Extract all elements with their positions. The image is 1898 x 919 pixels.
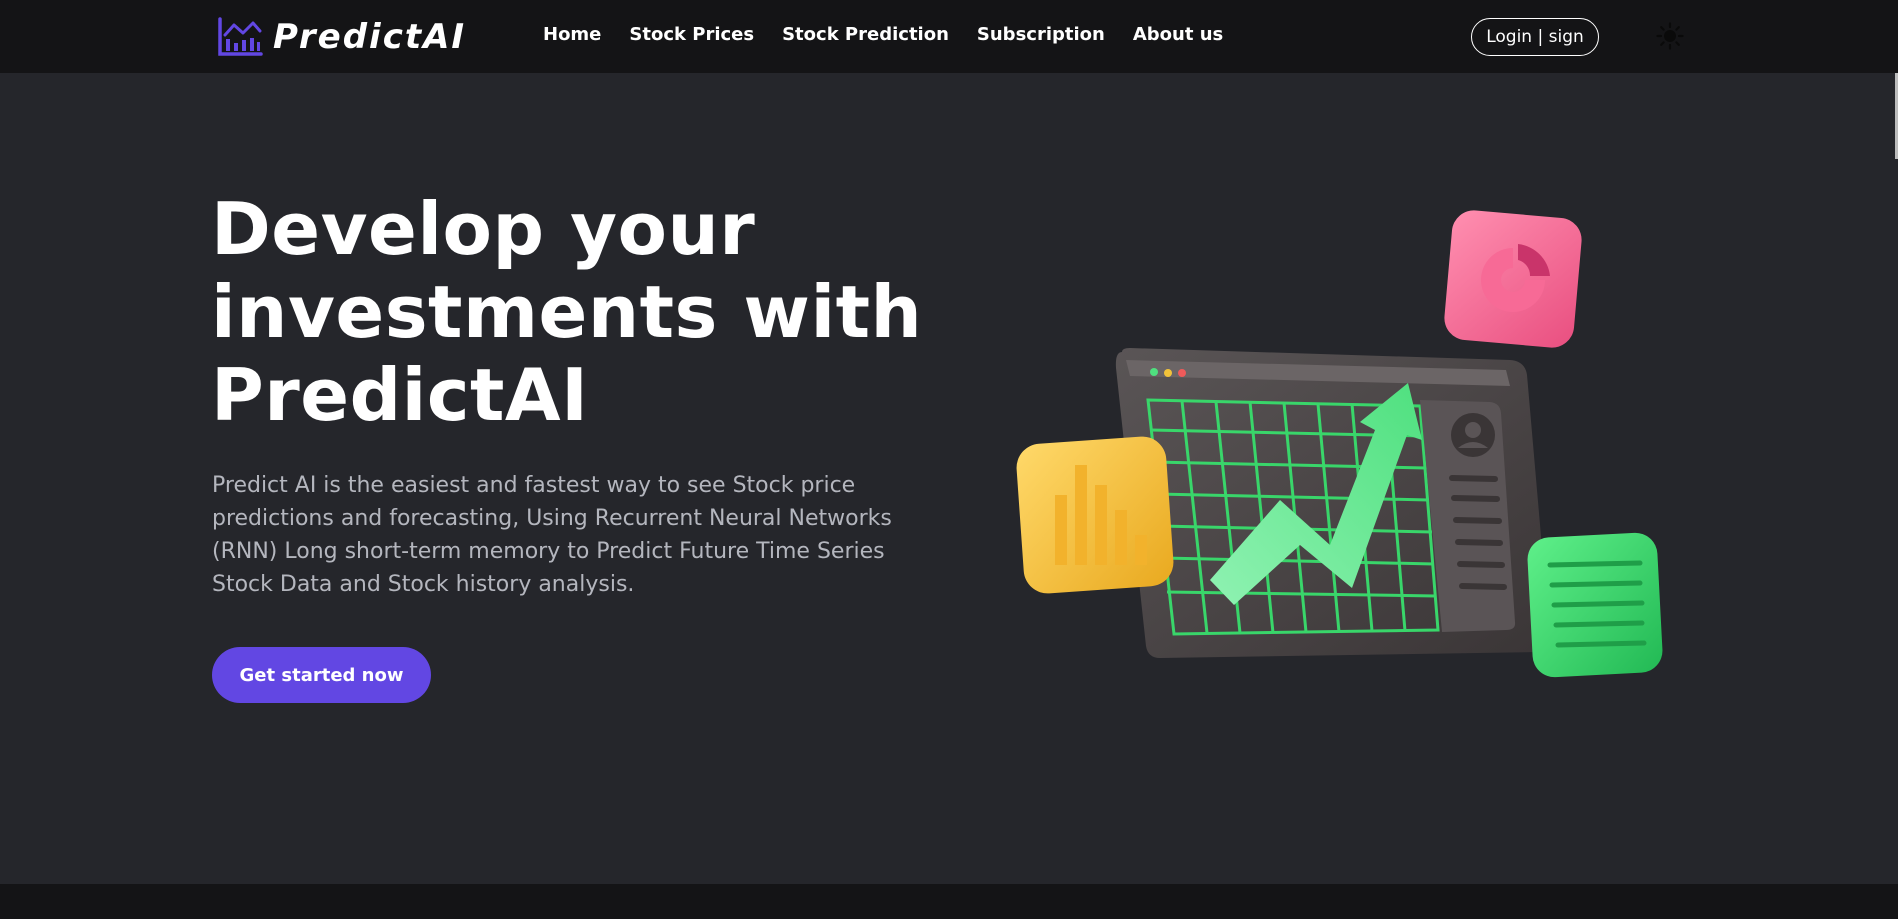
pink-donut-tile [1444,210,1582,348]
green-list-tile [1527,532,1663,678]
brand-name: PredictAI [273,17,467,57]
nav-link-stock-prices[interactable]: Stock Prices [629,24,754,45]
stock-chart-illustration [1016,210,1663,678]
main-nav: Home Stock Prices Stock Prediction Subsc… [543,24,1223,45]
login-button[interactable]: Login | sign [1471,18,1599,56]
chart-logo-icon [218,17,263,56]
brand-logo[interactable]: PredictAI [217,17,466,57]
hero-description: Predict AI is the easiest and fastest wa… [212,473,892,597]
footer-band [0,884,1898,919]
nav-link-stock-prediction[interactable]: Stock Prediction [782,24,949,45]
tablet-graphic [1115,348,1551,658]
yellow-bar-tile [1016,436,1174,594]
nav-link-subscription[interactable]: Subscription [977,24,1105,45]
nav-link-home[interactable]: Home [543,24,601,45]
sun-icon[interactable] [1656,22,1684,50]
navbar: PredictAI Home Stock Prices Stock Predic… [0,0,1898,73]
hero-title: Develop your investments with PredictAI [211,187,923,437]
get-started-button[interactable]: Get started now [212,647,431,703]
nav-link-about-us[interactable]: About us [1133,24,1223,45]
